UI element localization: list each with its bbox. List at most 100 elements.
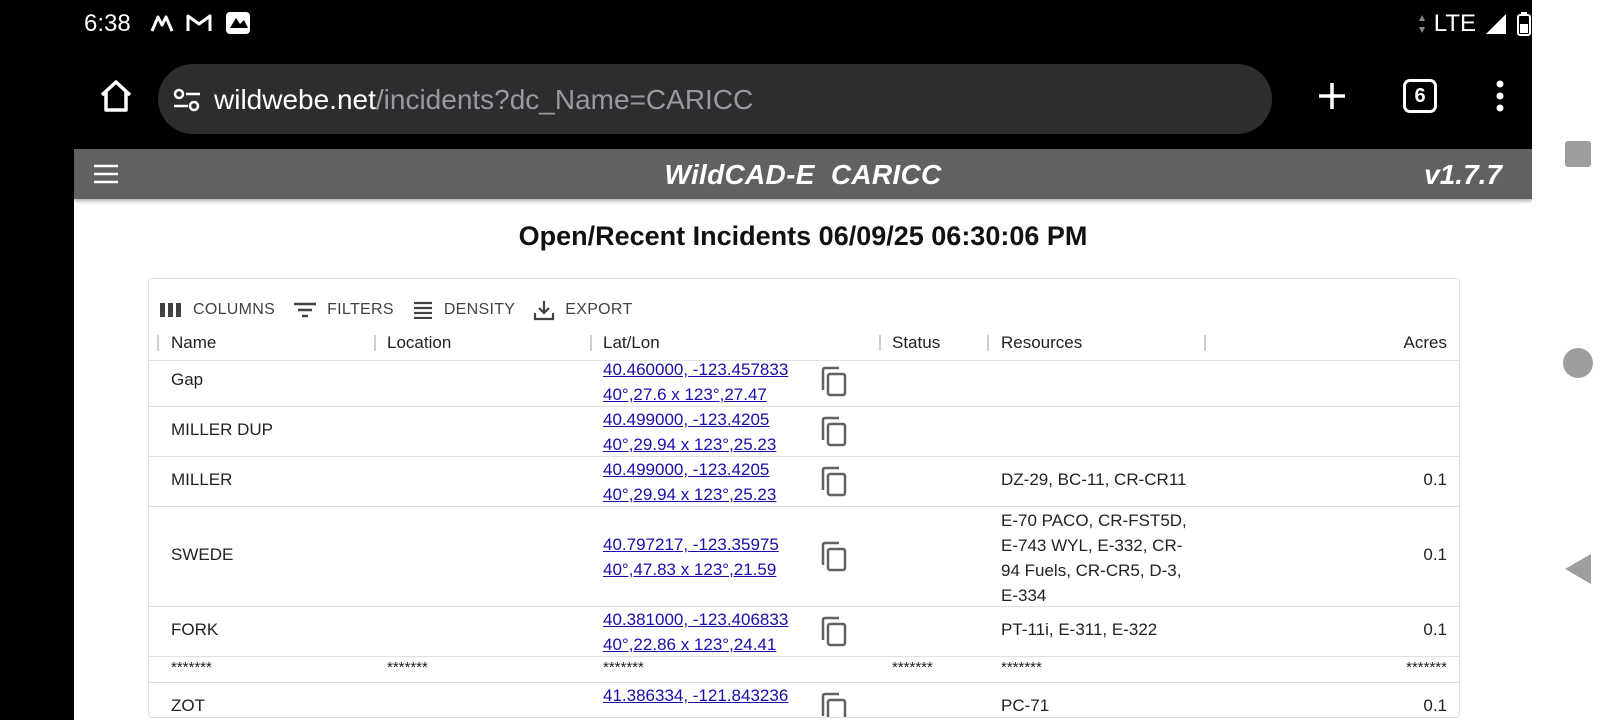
grid-toolbar: COLUMNS FILTERS DENSITY EXPORT (159, 293, 651, 327)
maps-icon (150, 15, 174, 32)
latlon-dm-link[interactable]: 40°,22.86 x 123°,24.41 (603, 632, 788, 657)
back-icon[interactable] (1564, 553, 1592, 585)
download-icon (534, 301, 555, 321)
site-settings-icon[interactable] (172, 86, 202, 114)
plus-icon (1319, 83, 1345, 109)
url-bar[interactable]: wildwebe.net/incidents?dc_Name=CARICC (158, 64, 1272, 134)
table-row[interactable]: SWEDE 40.797217, -123.35975 40°,47.83 x … (149, 507, 1459, 607)
density-icon (413, 301, 432, 319)
network-type: LTE (1433, 10, 1476, 37)
table-row[interactable]: FORK 40.381000, -123.406833 40°,22.86 x … (149, 607, 1459, 657)
cell-name: FORK (171, 620, 219, 639)
more-vert-icon (1496, 80, 1504, 112)
columns-icon (160, 303, 181, 317)
copy-icon[interactable] (819, 466, 849, 498)
battery-icon (1517, 12, 1531, 36)
latlon-decimal-link[interactable]: 40.499000, -123.4205 (603, 407, 776, 432)
web-content: WildCAD-E CARICC v1.7.7 Open/Recent Inci… (74, 149, 1532, 720)
status-bar: 6:38 LTE (0, 0, 1532, 50)
status-right: LTE (1418, 10, 1532, 38)
column-separator[interactable] (590, 335, 592, 351)
browser-toolbar: wildwebe.net/incidents?dc_Name=CARICC 6 (0, 56, 1532, 142)
home-icon (100, 80, 132, 112)
cell-acres: 0.1 (1423, 696, 1447, 715)
page-title: Open/Recent Incidents 06/09/25 06:30:06 … (518, 221, 1088, 251)
cell-acres: 0.1 (1423, 545, 1447, 564)
table-row[interactable]: ZOT 41.386334, -121.843236 PC-71 0.1 (149, 683, 1459, 718)
column-separator[interactable] (1204, 335, 1206, 351)
cell-latlon: 41.386334, -121.843236 (603, 683, 788, 708)
cell-latlon: 40.499000, -123.4205 40°,29.94 x 123°,25… (603, 407, 776, 457)
latlon-decimal-link[interactable]: 40.499000, -123.4205 (603, 457, 776, 482)
phone-screen: 6:38 LTE wildwebe.net/incidents?dc_Name=… (0, 0, 1612, 720)
copy-icon[interactable] (819, 416, 849, 448)
table-row[interactable]: MILLER DUP 40.499000, -123.4205 40°,29.9… (149, 407, 1459, 457)
columns-label: COLUMNS (193, 301, 276, 318)
column-separator[interactable] (157, 335, 159, 351)
column-separator[interactable] (987, 335, 989, 351)
table-row-separator: ******* ******* ******* ******* ******* … (149, 657, 1459, 683)
tab-count-icon: 6 (1403, 79, 1437, 113)
cell-name: ******* (171, 659, 212, 676)
cell-latlon: ******* (603, 659, 644, 676)
home-nav-icon[interactable] (1562, 347, 1594, 379)
app-bar: WildCAD-E CARICC v1.7.7 (74, 149, 1532, 199)
browser-menu-button[interactable] (1478, 74, 1522, 118)
latlon-dm-link[interactable]: 40°,47.83 x 123°,21.59 (603, 557, 779, 582)
url-host: wildwebe.net (214, 84, 376, 115)
copy-icon[interactable] (819, 541, 849, 573)
column-separator[interactable] (879, 335, 881, 351)
signal-icon (1486, 14, 1506, 34)
table-row[interactable]: Gap 40.460000, -123.457833 40°,27.6 x 12… (149, 357, 1459, 407)
cell-acres: ******* (1406, 659, 1447, 676)
copy-icon[interactable] (819, 366, 849, 398)
app-icon (226, 12, 250, 34)
copy-icon[interactable] (819, 692, 849, 718)
latlon-dm-link[interactable]: 40°,29.94 x 123°,25.23 (603, 482, 776, 507)
density-label: DENSITY (443, 301, 516, 318)
latlon-dm-link[interactable]: 40°,27.6 x 123°,27.47 (603, 382, 788, 407)
cell-resources: ******* (1001, 659, 1042, 676)
home-button[interactable] (96, 76, 136, 116)
status-time: 6:38 (84, 10, 131, 37)
filter-icon (294, 302, 317, 318)
copy-icon[interactable] (819, 616, 849, 648)
latlon-decimal-link[interactable]: 40.797217, -123.35975 (603, 532, 779, 557)
system-nav-bar (1532, 0, 1612, 720)
table-row[interactable]: MILLER 40.499000, -123.4205 40°,29.94 x … (149, 457, 1459, 507)
export-label: EXPORT (565, 301, 633, 318)
data-activity-icon (1418, 15, 1425, 33)
cell-name: ZOT (171, 696, 205, 715)
export-button[interactable]: EXPORT (533, 299, 632, 321)
incidents-grid: COLUMNS FILTERS DENSITY EXPORT Name Loca… (148, 278, 1460, 718)
cell-latlon: 40.797217, -123.35975 40°,47.83 x 123°,2… (603, 532, 779, 582)
cell-latlon: 40.460000, -123.457833 40°,27.6 x 123°,2… (603, 357, 788, 407)
latlon-decimal-link[interactable]: 41.386334, -121.843236 (603, 683, 788, 708)
gmail-icon (186, 14, 212, 31)
filters-button[interactable]: FILTERS (293, 301, 394, 319)
url-text[interactable]: wildwebe.net/incidents?dc_Name=CARICC (214, 84, 753, 116)
columns-button[interactable]: COLUMNS (159, 301, 275, 319)
cell-latlon: 40.381000, -123.406833 40°,22.86 x 123°,… (603, 607, 788, 657)
cell-latlon: 40.499000, -123.4205 40°,29.94 x 123°,25… (603, 457, 776, 507)
cell-acres: 0.1 (1423, 470, 1447, 489)
cell-resources: PT-11i, E-311, E-322 (1001, 620, 1158, 639)
cell-name: MILLER (171, 470, 233, 489)
density-button[interactable]: DENSITY (412, 301, 515, 319)
cell-resources: DZ-29, BC-11, CR-CR11 (1001, 470, 1187, 489)
recents-icon[interactable] (1564, 140, 1592, 168)
latlon-decimal-link[interactable]: 40.381000, -123.406833 (603, 607, 788, 632)
new-tab-button[interactable] (1310, 74, 1354, 118)
cell-location: ******* (387, 659, 428, 676)
latlon-decimal-link[interactable]: 40.460000, -123.457833 (603, 357, 788, 382)
tab-count: 6 (1414, 84, 1426, 107)
column-separator[interactable] (374, 335, 376, 351)
app-title: WildCAD-E CARICC (664, 159, 942, 190)
cell-name: SWEDE (171, 545, 234, 564)
filters-label: FILTERS (327, 301, 394, 318)
cell-resources: E-70 PACO, CR-FST5D, E-743 WYL, E-332, C… (1001, 511, 1187, 605)
latlon-dm-link[interactable]: 40°,29.94 x 123°,25.23 (603, 432, 776, 457)
notification-icons (150, 10, 252, 36)
app-version: v1.7.7 (1424, 159, 1502, 190)
tab-switcher-button[interactable]: 6 (1398, 74, 1442, 118)
